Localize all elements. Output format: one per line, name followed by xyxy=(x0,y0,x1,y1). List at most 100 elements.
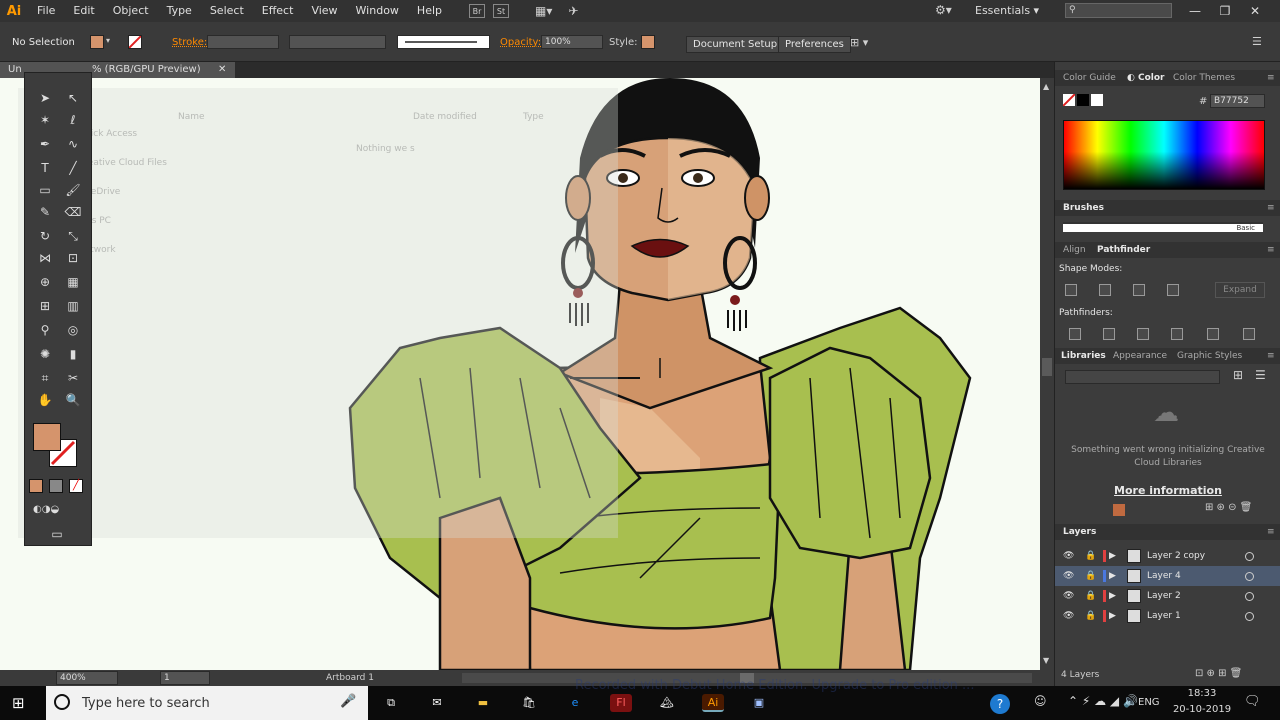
menu-object[interactable]: Object xyxy=(104,0,158,22)
lock-icon[interactable]: 🔒 xyxy=(1085,566,1096,586)
gradient-mode-button[interactable] xyxy=(49,479,63,493)
fill-swatch[interactable] xyxy=(33,423,61,451)
minimize-button[interactable]: — xyxy=(1180,4,1210,18)
menu-window[interactable]: Window xyxy=(347,0,408,22)
arrange-documents-icon[interactable]: ▦▾ xyxy=(535,4,552,18)
stroke-color-swatch[interactable] xyxy=(128,35,142,49)
color-mode-button[interactable] xyxy=(29,479,43,493)
workspace-switcher[interactable]: Essentials ▾ xyxy=(975,0,1039,22)
tab-layers[interactable]: Layers xyxy=(1063,524,1096,540)
add-color-icon[interactable] xyxy=(1113,504,1125,516)
pen-tool-icon[interactable]: ✒ xyxy=(35,135,55,153)
library-dropdown[interactable] xyxy=(1065,370,1220,384)
crop-icon[interactable] xyxy=(1171,328,1183,340)
menu-edit[interactable]: Edit xyxy=(64,0,103,22)
intersect-icon[interactable] xyxy=(1133,284,1145,296)
menu-help[interactable]: Help xyxy=(408,0,451,22)
menu-type[interactable]: Type xyxy=(158,0,201,22)
more-information-link[interactable]: More information xyxy=(1065,484,1271,497)
expand-triangle-icon[interactable]: ▶ xyxy=(1109,566,1116,586)
clock-time[interactable]: 18:33 xyxy=(1176,688,1228,699)
pencil-tool-icon[interactable]: ✎ xyxy=(35,203,55,221)
expand-button[interactable]: Expand xyxy=(1215,282,1265,298)
restore-button[interactable]: ❐ xyxy=(1210,4,1240,18)
close-icon[interactable]: ✕ xyxy=(218,62,226,78)
layer-row[interactable]: 👁 🔒 ▶ Layer 2 xyxy=(1055,586,1280,606)
merge-icon[interactable] xyxy=(1137,328,1149,340)
flash-icon[interactable]: Fl xyxy=(610,694,632,712)
lock-icon[interactable]: 🔒 xyxy=(1085,606,1096,626)
stroke-label[interactable]: Stroke: xyxy=(172,37,207,48)
bridge-button[interactable]: Br xyxy=(469,4,485,18)
expand-triangle-icon[interactable]: ▶ xyxy=(1109,546,1116,566)
mesh-tool-icon[interactable]: ⊞ xyxy=(35,297,55,315)
artboard-canvas[interactable]: Quick Access Creative Cloud Files OneDri… xyxy=(0,78,1040,670)
color-spectrum[interactable] xyxy=(1063,120,1265,190)
tab-brushes[interactable]: Brushes xyxy=(1063,200,1104,216)
free-transform-tool-icon[interactable]: ⊡ xyxy=(63,249,83,267)
artboard-status[interactable]: Artboard 1 xyxy=(326,670,374,686)
microphone-icon[interactable]: 🎤 xyxy=(340,694,356,709)
layer-row[interactable]: 👁 🔒 ▶ Layer 2 copy xyxy=(1055,546,1280,566)
none-mode-button[interactable]: ╱ xyxy=(69,479,83,493)
preferences-button[interactable]: Preferences xyxy=(778,36,851,53)
panel-menu-icon[interactable]: ≡ xyxy=(1267,200,1275,216)
layer-name[interactable]: Layer 2 copy xyxy=(1147,546,1205,566)
scroll-up-icon[interactable]: ▲ xyxy=(1043,82,1049,91)
paintbrush-tool-icon[interactable]: 🖌 xyxy=(63,181,83,199)
layer-name[interactable]: Layer 1 xyxy=(1147,606,1181,626)
stock-button[interactable]: St xyxy=(493,4,509,18)
panel-menu-icon[interactable]: ≡ xyxy=(1267,524,1275,540)
gradient-tool-icon[interactable]: ▥ xyxy=(63,297,83,315)
store-icon[interactable]: 🛍 xyxy=(518,694,540,712)
scale-tool-icon[interactable]: ⤡ xyxy=(63,227,83,245)
graphic-style-swatch[interactable] xyxy=(641,35,655,49)
lasso-tool-icon[interactable]: ℓ xyxy=(63,111,83,129)
hand-tool-icon[interactable]: ✋ xyxy=(35,391,55,409)
width-tool-icon[interactable]: ⋈ xyxy=(35,249,55,267)
photos-icon[interactable]: 🏔 xyxy=(656,694,678,712)
draw-mode-icon[interactable]: ◐◑◒ xyxy=(33,501,59,519)
menu-view[interactable]: View xyxy=(302,0,346,22)
language-indicator[interactable]: ENG xyxy=(1138,697,1160,708)
black-swatch[interactable] xyxy=(1077,94,1089,106)
selection-tool-icon[interactable]: ➤ xyxy=(35,89,55,107)
artboard-number-field[interactable]: 1 xyxy=(160,671,210,685)
layer-row[interactable]: 👁 🔒 ▶ Layer 1 xyxy=(1055,606,1280,626)
edge-icon[interactable]: e xyxy=(564,694,586,712)
notifications-icon[interactable]: 🗨 xyxy=(1244,694,1261,709)
blend-tool-icon[interactable]: ◎ xyxy=(63,321,83,339)
layer-row[interactable]: 👁 🔒 ▶ Layer 4 xyxy=(1055,566,1280,586)
clock-date[interactable]: 20-10-2019 xyxy=(1172,704,1232,715)
rectangle-tool-icon[interactable]: ▭ xyxy=(35,181,55,199)
grid-view-icon[interactable]: ⊞ xyxy=(1233,368,1243,382)
zoom-tool-icon[interactable]: 🔍 xyxy=(63,391,83,409)
column-graph-tool-icon[interactable]: ▮ xyxy=(63,345,83,363)
basic-brush[interactable]: Basic xyxy=(1063,222,1263,232)
stroke-weight-field[interactable] xyxy=(207,35,279,49)
tab-pathfinder[interactable]: Pathfinder xyxy=(1097,242,1150,258)
expand-triangle-icon[interactable]: ▶ xyxy=(1109,606,1116,626)
shape-builder-tool-icon[interactable]: ⊕ xyxy=(35,273,55,291)
opacity-input[interactable]: 100% xyxy=(541,35,603,49)
tray-icons[interactable]: ⌃ ⚡ ☁ ◢ 🔊 xyxy=(1068,694,1138,708)
minus-back-icon[interactable] xyxy=(1243,328,1255,340)
target-icon[interactable] xyxy=(1245,552,1254,561)
help-search-input[interactable]: ⚲ xyxy=(1065,3,1172,18)
line-tool-icon[interactable]: ╱ xyxy=(63,159,83,177)
tab-color[interactable]: ◐ Color xyxy=(1127,70,1165,86)
brush-definition-dropdown[interactable] xyxy=(397,35,490,49)
none-swatch[interactable] xyxy=(1062,93,1076,107)
expand-triangle-icon[interactable]: ▶ xyxy=(1109,586,1116,606)
people-icon[interactable]: ☺ xyxy=(1034,694,1047,708)
menu-file[interactable]: File xyxy=(28,0,64,22)
visibility-eye-icon[interactable]: 👁 xyxy=(1063,566,1074,586)
layer-name[interactable]: Layer 2 xyxy=(1147,586,1181,606)
tab-align[interactable]: Align xyxy=(1063,242,1086,258)
arrange-icon[interactable]: ⊞ ▾ xyxy=(850,36,868,49)
screen-mode-icon[interactable]: ▭ xyxy=(45,525,69,543)
visibility-eye-icon[interactable]: 👁 xyxy=(1063,586,1074,606)
tab-color-themes[interactable]: Color Themes xyxy=(1173,70,1235,86)
artboard-tool-icon[interactable]: ⌗ xyxy=(35,369,55,387)
library-actions-icon[interactable]: ⊞ ⊛ ⊝ 🗑 xyxy=(1205,502,1252,513)
